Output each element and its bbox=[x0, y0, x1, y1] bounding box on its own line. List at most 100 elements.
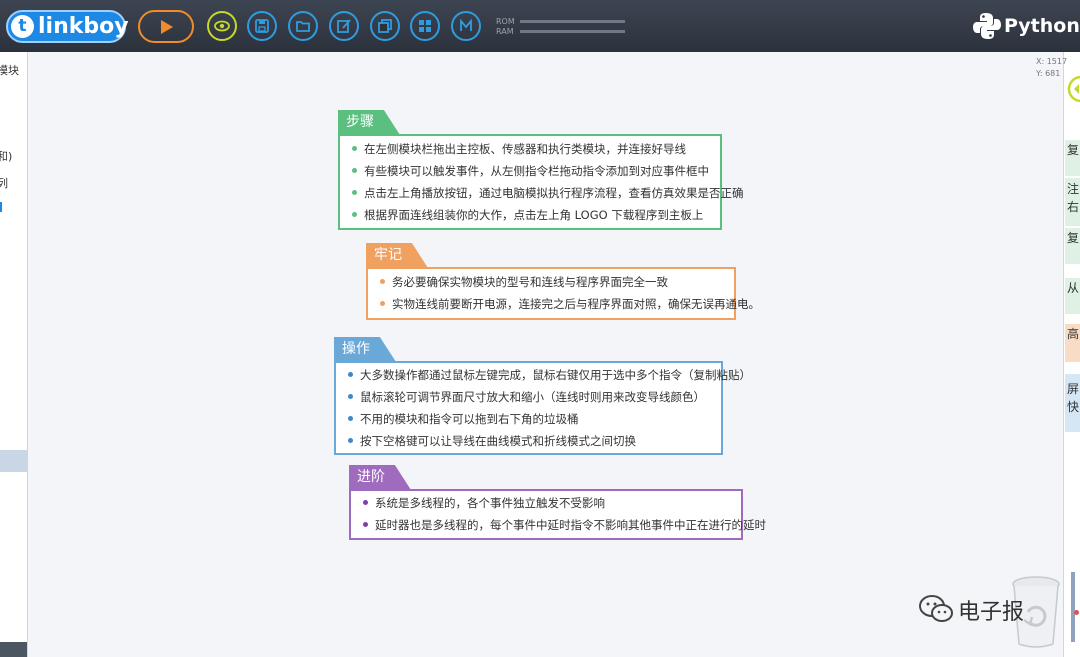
status-dot bbox=[1074, 610, 1079, 615]
cursor-coordinates: X: 1517 Y: 681 bbox=[1036, 56, 1067, 80]
edit-icon bbox=[337, 19, 351, 33]
rom-bar bbox=[520, 20, 625, 23]
bullet-icon bbox=[352, 190, 357, 195]
ram-label: RAM bbox=[496, 27, 514, 36]
copy-icon bbox=[378, 19, 392, 33]
bullet-icon bbox=[380, 279, 385, 284]
instruction-tab-label: 注 bbox=[1066, 182, 1079, 196]
instruction-panel[interactable]: 复 注右 复 从 高 屏快 bbox=[1063, 52, 1080, 657]
card-item: 大多数操作都通过鼠标左键完成，鼠标右键仅用于选中多个指令（复制粘贴） bbox=[348, 367, 751, 383]
grid-button[interactable] bbox=[410, 11, 440, 41]
cursor-x: X: 1517 bbox=[1036, 57, 1068, 66]
card-item-text: 大多数操作都通过鼠标左键完成，鼠标右键仅用于选中多个指令（复制粘贴） bbox=[360, 368, 751, 382]
module-panel-selected-item[interactable] bbox=[0, 450, 27, 472]
eye-icon bbox=[214, 20, 230, 32]
card-item-text: 务必要确保实物模块的型号和连线与程序界面完全一致 bbox=[392, 275, 668, 289]
language-label: Python bbox=[1004, 15, 1080, 37]
card-title: 操作 bbox=[334, 337, 396, 362]
bullet-icon bbox=[380, 301, 385, 306]
bullet-icon bbox=[363, 500, 368, 505]
card-item-text: 鼠标滚轮可调节界面尺寸放大和缩小（连线时则用来改变导线颜色） bbox=[360, 390, 705, 404]
card-title: 步骤 bbox=[338, 110, 400, 135]
card-item-text: 根据界面连线组装你的大作，点击左上角 LOGO 下载程序到主板上 bbox=[364, 208, 704, 222]
card-title: 牢记 bbox=[366, 243, 428, 268]
card-item-text: 实物连线前要断开电源，连接完之后与程序界面对照，确保无误再通电。 bbox=[392, 297, 760, 311]
bullet-icon bbox=[348, 372, 353, 377]
m-icon bbox=[460, 18, 472, 31]
bullet-icon bbox=[352, 146, 357, 151]
instruction-tab[interactable]: 高 bbox=[1065, 324, 1080, 362]
linkboy-logo-button[interactable]: t linkboy bbox=[6, 10, 129, 43]
card-body: 大多数操作都通过鼠标左键完成，鼠标右键仅用于选中多个指令（复制粘贴） 鼠标滚轮可… bbox=[334, 361, 751, 455]
module-panel-marker bbox=[0, 202, 2, 212]
card-item-text: 延时器也是多线程的，每个事件中延时指令不影响其他事件中正在进行的延时 bbox=[375, 518, 766, 532]
open-folder-icon bbox=[296, 21, 310, 32]
m-button[interactable] bbox=[451, 11, 481, 41]
card-item-text: 系统是多线程的，各个事件独立触发不受影响 bbox=[375, 496, 605, 510]
card-item: 延时器也是多线程的，每个事件中延时指令不影响其他事件中正在进行的延时 bbox=[363, 517, 766, 533]
copy-button[interactable] bbox=[370, 11, 400, 41]
bullet-icon bbox=[348, 416, 353, 421]
grid-icon bbox=[419, 20, 431, 32]
card-item-text: 点击左上角播放按钮，通过电脑模拟执行程序流程，查看仿真效果是否正确 bbox=[364, 186, 744, 200]
module-panel-item[interactable]: 列 bbox=[0, 175, 8, 191]
cursor-y: Y: 681 bbox=[1036, 69, 1061, 78]
card-title: 进阶 bbox=[349, 465, 411, 490]
module-panel[interactable]: 模块 和) 列 bbox=[0, 52, 28, 657]
card-body: 在左侧模块栏拖出主控板、传感器和执行类模块，并连接好导线 有些模块可以触发事件，… bbox=[338, 134, 744, 230]
card-item-text: 有些模块可以触发事件，从左侧指令栏拖动指令添加到对应事件框中 bbox=[364, 164, 709, 178]
bullet-icon bbox=[348, 394, 353, 399]
module-panel-item[interactable]: 和) bbox=[0, 148, 12, 164]
module-panel-scrollbar[interactable] bbox=[0, 642, 27, 657]
card-item: 不用的模块和指令可以拖到右下角的垃圾桶 bbox=[348, 411, 579, 427]
instruction-tab-label: 高 bbox=[1066, 327, 1079, 341]
card-body: 系统是多线程的，各个事件独立触发不受影响 延时器也是多线程的，每个事件中延时指令… bbox=[349, 489, 766, 540]
python-logo-icon bbox=[973, 13, 1001, 39]
card-item: 点击左上角播放按钮，通过电脑模拟执行程序流程，查看仿真效果是否正确 bbox=[352, 185, 744, 201]
instruction-tab[interactable]: 从 bbox=[1065, 278, 1080, 314]
memory-usage: ROM RAM bbox=[496, 17, 628, 37]
instruction-tab[interactable]: 复 bbox=[1065, 140, 1080, 176]
card-item: 在左侧模块栏拖出主控板、传感器和执行类模块，并连接好导线 bbox=[352, 141, 686, 157]
instruction-tab-label: 从 bbox=[1066, 281, 1079, 295]
bullet-icon bbox=[348, 438, 353, 443]
card-body: 务必要确保实物模块的型号和连线与程序界面完全一致 实物连线前要断开电源，连接完之… bbox=[366, 267, 760, 320]
python-button[interactable]: Python bbox=[970, 9, 1080, 43]
card-item-text: 在左侧模块栏拖出主控板、传感器和执行类模块，并连接好导线 bbox=[364, 142, 686, 156]
wechat-icon bbox=[919, 595, 953, 622]
collapse-arrow-icon[interactable] bbox=[1067, 74, 1080, 104]
card-item: 有些模块可以触发事件，从左侧指令栏拖动指令添加到对应事件框中 bbox=[352, 163, 709, 179]
instruction-tab[interactable]: 注右 bbox=[1065, 178, 1080, 226]
watermark: 电子报 bbox=[918, 592, 1058, 626]
play-icon bbox=[161, 20, 173, 34]
instruction-tab-label: 右 bbox=[1066, 200, 1079, 214]
bullet-icon bbox=[352, 212, 357, 217]
card-item-text: 不用的模块和指令可以拖到右下角的垃圾桶 bbox=[360, 412, 579, 426]
rom-label: ROM bbox=[496, 17, 515, 26]
bullet-icon bbox=[352, 168, 357, 173]
card-item: 实物连线前要断开电源，连接完之后与程序界面对照，确保无误再通电。 bbox=[380, 296, 760, 312]
play-button[interactable] bbox=[138, 10, 194, 43]
edit-button[interactable] bbox=[329, 11, 359, 41]
card-item: 按下空格键可以让导线在曲线模式和折线模式之间切换 bbox=[348, 433, 636, 449]
save-button[interactable] bbox=[247, 11, 277, 41]
card-item: 务必要确保实物模块的型号和连线与程序界面完全一致 bbox=[380, 274, 668, 290]
ram-bar bbox=[520, 30, 625, 33]
instruction-panel-scrollbar[interactable] bbox=[1071, 572, 1075, 642]
open-button[interactable] bbox=[288, 11, 318, 41]
toolbar: t linkboy ROM RAM Python bbox=[0, 0, 1080, 52]
instruction-tab-label: 快 bbox=[1066, 400, 1079, 414]
bullet-icon bbox=[363, 522, 368, 527]
view-button[interactable] bbox=[207, 11, 237, 41]
module-panel-item[interactable]: 模块 bbox=[0, 62, 19, 78]
instruction-tab[interactable]: 屏快 bbox=[1065, 374, 1080, 432]
save-icon bbox=[255, 19, 269, 33]
instruction-tab-label: 屏 bbox=[1066, 382, 1079, 396]
logo-mark-icon: t bbox=[11, 15, 34, 38]
instruction-tab-label: 复 bbox=[1066, 231, 1079, 245]
instruction-tab-label: 复 bbox=[1066, 143, 1079, 157]
watermark-text: 电子报 bbox=[958, 600, 1025, 625]
card-item-text: 按下空格键可以让导线在曲线模式和折线模式之间切换 bbox=[360, 434, 636, 448]
card-item: 根据界面连线组装你的大作，点击左上角 LOGO 下载程序到主板上 bbox=[352, 207, 703, 223]
instruction-tab[interactable]: 复 bbox=[1065, 228, 1080, 264]
